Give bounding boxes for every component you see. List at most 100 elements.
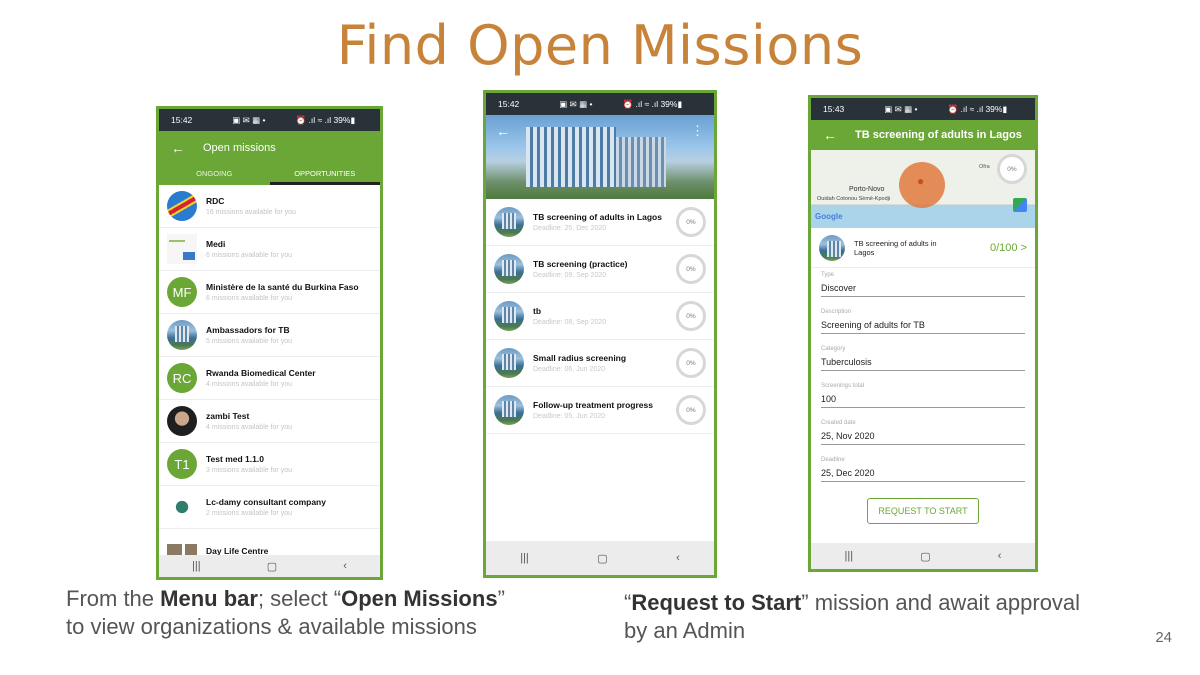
phone-mission-list: 15:42 ▣ ✉ ▦ • ⏰ .ıl ≈ .ıl 39%▮ ← ⋮ TB sc… [483,90,717,578]
list-item[interactable]: MF Ministère de la santé du Burkina Faso… [159,271,380,314]
field-type: Type Discover [821,268,1025,305]
org-sub: 16 missions available for you [206,209,296,216]
slide-title: Find Open Missions [336,14,864,77]
app-bar: ← TB screening of adults in Lagos [811,120,1035,150]
list-item[interactable]: tb Deadline: 08, Sep 2020 0% [486,293,714,340]
org-name: Test med 1.1.0 [206,454,264,464]
request-to-start-button[interactable]: REQUEST TO START [867,498,979,524]
back-arrow-icon[interactable]: ← [823,127,837,143]
map-corner-label: Ofra [979,164,990,170]
list-item[interactable]: zambi Test 4 missions available for you [159,400,380,443]
status-icons: ▣ ✉ ▦ • [559,98,593,109]
mission-deadline: Deadline: 05, Jun 2020 [533,413,605,420]
progress-ring: 0% [676,348,706,378]
page-title: Open missions [203,142,276,154]
mission-name: TB screening (practice) [533,259,628,269]
list-item[interactable]: RDC 16 missions available for you [159,185,380,228]
medi-logo-avatar [167,234,197,264]
header-building-image: ← ⋮ [486,115,714,199]
back-button[interactable]: ‹ [998,550,1002,562]
detail-fields: Type Discover Description Screening of adu… [811,268,1035,490]
progress-ring: 0% [676,301,706,331]
org-sub: 6 missions available for you [206,295,292,302]
status-bar: 15:42 ▣ ✉ ▦ • ⏰ .ıl ≈ .ıl 39%▮ [486,93,714,115]
more-vert-icon[interactable]: ⋮ [691,123,704,139]
caption-right: “Request to Start” mission and await app… [624,589,1080,645]
building-avatar [167,320,197,350]
initials-avatar: MF [167,277,197,307]
mission-name: TB screening of adults in Lagos [533,212,662,222]
building-avatar [494,301,524,331]
org-name: Ministère de la santé du Burkina Faso [206,282,359,292]
recents-button[interactable]: ||| [845,550,854,562]
tab-bar: ONGOING OPPORTUNITIES [159,165,380,185]
org-name: RDC [206,196,225,206]
list-item[interactable]: T1 Test med 1.1.0 3 missions available fo… [159,443,380,486]
org-name: Lc-damy consultant company [206,497,326,507]
mission-name: Follow-up treatment progress [533,400,653,410]
list-item[interactable]: TB screening of adults in Lagos Deadline:… [486,199,714,246]
lc-damy-logo-avatar [167,492,197,522]
list-item[interactable]: RC Rwanda Biomedical Center 4 missions av… [159,357,380,400]
field-value: Screening of adults for TB [821,315,1025,334]
caption-left: From the Menu bar; select “Open Missions… [66,585,505,641]
caption-text: to view organizations & available missio… [66,614,477,639]
org-sub: 3 missions available for you [206,467,292,474]
tab-opportunities[interactable]: OPPORTUNITIES [269,165,380,185]
tab-ongoing[interactable]: ONGOING [159,165,270,185]
field-screenings-total: Screenings total 100 [821,379,1025,416]
org-sub: 2 missions available for you [206,510,292,517]
building-avatar [494,254,524,284]
map-pin-icon: ● [917,174,925,188]
status-time: 15:42 [498,99,520,109]
mission-name: TB screening of adults in Lagos [854,238,937,257]
page-title: TB screening of adults in Lagos [855,129,1022,141]
org-sub: 4 missions available for you [206,381,292,388]
home-button[interactable]: ▢ [267,560,277,573]
map-view[interactable]: ● Porto-Novo Ouidah Cotonou Sèmè-Kpodji … [811,150,1035,228]
maps-app-icon[interactable] [1013,198,1027,212]
list-item[interactable]: Small radius screening Deadline: 06, Jun … [486,340,714,387]
status-time: 15:42 [171,115,193,125]
drc-flag-avatar [167,191,197,221]
mission-deadline: Deadline: 06, Jun 2020 [533,366,605,373]
back-button[interactable]: ‹ [676,552,680,564]
mission-deadline: Deadline: 08, Sep 2020 [533,319,607,326]
list-item[interactable]: Ambassadors for TB 5 missions available f… [159,314,380,357]
android-nav-bar: ||| ▢ ‹ [486,541,714,575]
initials-avatar: RC [167,363,197,393]
org-name: Medi [206,239,226,249]
status-bar: 15:42 ▣ ✉ ▦ • ⏰ .ıl ≈ .ıl 39%▮ [159,109,380,131]
home-button[interactable]: ▢ [920,550,930,563]
back-arrow-icon[interactable]: ← [496,123,510,139]
status-icons: ▣ ✉ ▦ • [884,103,918,114]
back-button[interactable]: ‹ [343,560,347,572]
phone-open-missions: 15:42 ▣ ✉ ▦ • ⏰ .ıl ≈ .ıl 39%▮ ← Open mi… [156,106,383,580]
status-bar: 15:43 ▣ ✉ ▦ • ⏰ .ıl ≈ .ıl 39%▮ [811,98,1035,120]
field-value: Discover [821,278,1025,297]
status-right: ⏰ .ıl ≈ .ıl 39%▮ [622,98,683,109]
screening-count[interactable]: 0/100 > [990,242,1027,254]
recents-button[interactable]: ||| [192,560,201,572]
android-nav-bar: ||| ▢ ‹ [159,555,380,577]
page-number: 24 [1155,629,1172,646]
caption-text: ; select “ [257,586,342,611]
list-item[interactable]: TB screening (practice) Deadline: 09, Sep… [486,246,714,293]
caption-bold: Menu bar [160,586,258,611]
mission-name: tb [533,306,542,316]
org-name: Rwanda Biomedical Center [206,368,316,378]
mission-summary-row[interactable]: TB screening of adults in Lagos 0/100 > [811,228,1035,268]
list-item[interactable]: Medi 6 missions available for you [159,228,380,271]
building-avatar [494,395,524,425]
status-time: 15:43 [823,104,845,114]
caption-bold: Open Missions [341,586,498,611]
person-photo-avatar [167,406,197,436]
mission-list: TB screening of adults in Lagos Deadline:… [486,199,714,434]
list-item[interactable]: Follow-up treatment progress Deadline: 05… [486,387,714,434]
mission-name: Small radius screening [533,353,627,363]
recents-button[interactable]: ||| [520,552,529,564]
list-item[interactable]: Lc-damy consultant company 2 missions ava… [159,486,380,529]
home-button[interactable]: ▢ [597,552,607,565]
back-arrow-icon[interactable]: ← [171,140,185,156]
map-progress-ring: 0% [997,154,1027,184]
